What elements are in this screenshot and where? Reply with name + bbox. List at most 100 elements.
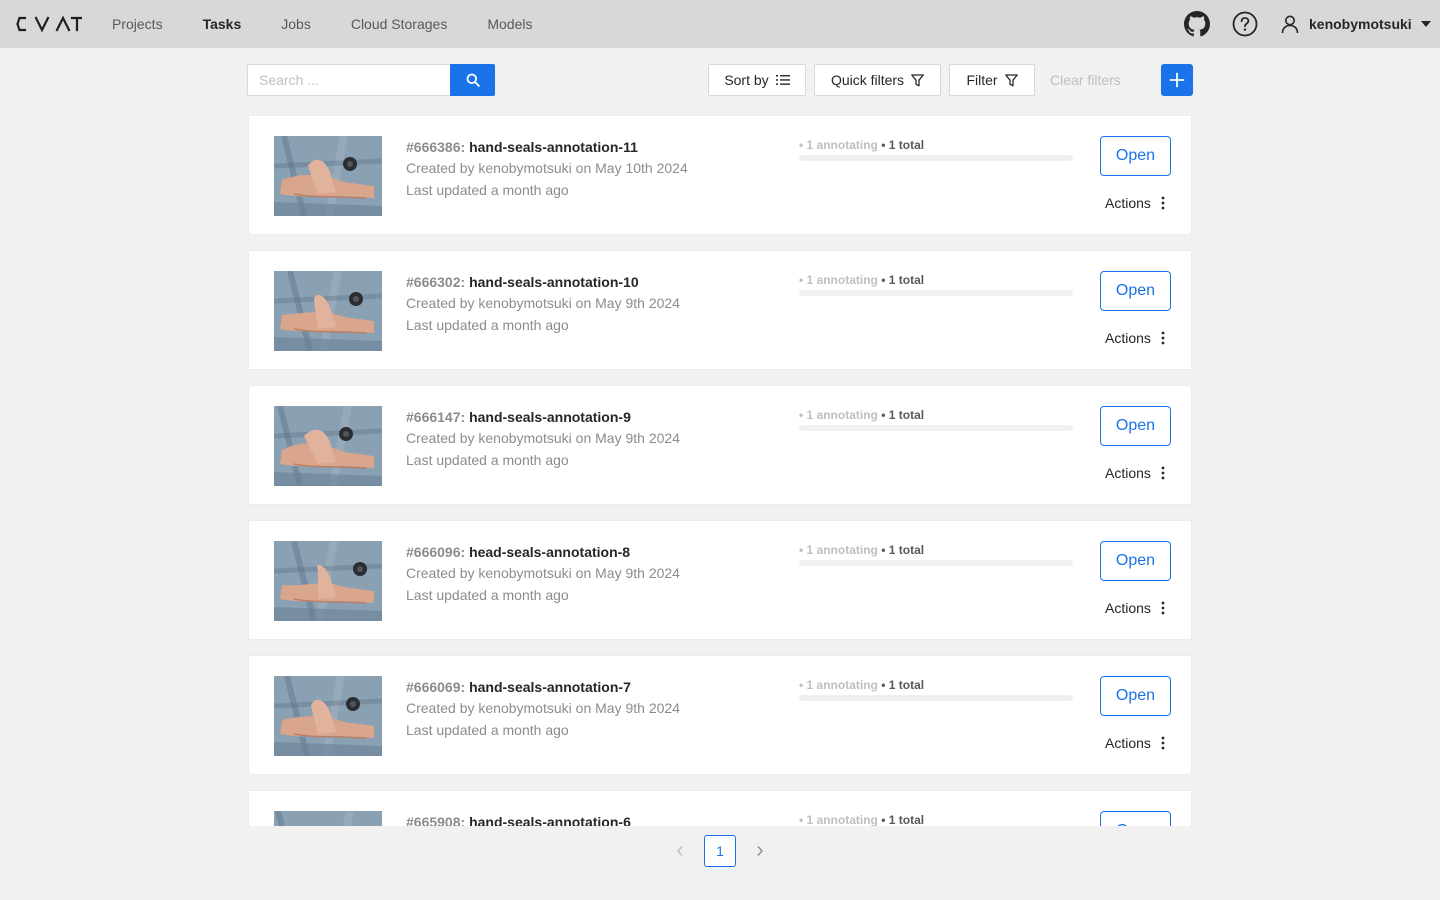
- open-task-button[interactable]: Open: [1100, 541, 1171, 581]
- task-name[interactable]: hand-seals-annotation-7: [469, 679, 631, 695]
- clear-filters-button[interactable]: Clear filters: [1040, 64, 1131, 96]
- task-created-date: May 9th 2024: [595, 565, 680, 581]
- task-name[interactable]: hand-seals-annotation-10: [469, 274, 639, 290]
- nav-models[interactable]: Models: [467, 0, 552, 48]
- task-actions-menu[interactable]: Actions: [1105, 597, 1165, 619]
- task-created-line: Created by kenobymotsuki on May 9th 2024: [406, 562, 680, 584]
- next-page-button[interactable]: [744, 835, 776, 867]
- task-created-line: Created by kenobymotsuki on May 10th 202…: [406, 157, 688, 179]
- annotating-count: • 1 annotating: [799, 813, 878, 826]
- open-task-button[interactable]: Open: [1100, 811, 1171, 826]
- filter-button[interactable]: Filter: [949, 64, 1035, 96]
- open-task-button[interactable]: Open: [1100, 136, 1171, 176]
- task-owner: kenobymotsuki: [478, 700, 572, 716]
- task-actions-menu[interactable]: Actions: [1105, 732, 1165, 754]
- username: kenobymotsuki: [1309, 16, 1412, 32]
- create-task-button[interactable]: [1161, 64, 1193, 96]
- task-actions-menu[interactable]: Actions: [1105, 327, 1165, 349]
- total-count: • 1 total: [881, 408, 925, 422]
- created-on-word: on: [575, 700, 592, 716]
- task-id: #666147:: [406, 409, 466, 425]
- task-title: #666147: hand-seals-annotation-9: [406, 407, 680, 427]
- actions-label: Actions: [1105, 735, 1151, 751]
- task-name[interactable]: hand-seals-annotation-9: [469, 409, 631, 425]
- user-menu[interactable]: kenobymotsuki: [1280, 0, 1431, 48]
- quick-filters-button[interactable]: Quick filters: [814, 64, 941, 96]
- main-nav: Projects Tasks Jobs Cloud Storages Model…: [92, 0, 552, 48]
- task-id: #666069:: [406, 679, 466, 695]
- task-updated-line: Last updated a month ago: [406, 722, 569, 738]
- total-count: • 1 total: [881, 273, 925, 287]
- filter-icon: [1004, 73, 1018, 86]
- task-card: #666069: hand-seals-annotation-7 Created…: [248, 655, 1192, 775]
- open-task-button[interactable]: Open: [1100, 271, 1171, 311]
- more-vertical-icon: [1161, 736, 1165, 750]
- nav-projects[interactable]: Projects: [92, 0, 183, 48]
- task-progress: • 1 annotating • 1 total: [799, 542, 1075, 566]
- task-name[interactable]: head-seals-annotation-8: [469, 544, 630, 560]
- task-thumbnail[interactable]: [274, 676, 382, 756]
- sort-list-icon: [775, 75, 790, 85]
- created-by-prefix: Created by: [406, 295, 475, 311]
- task-owner: kenobymotsuki: [478, 565, 572, 581]
- nav-jobs[interactable]: Jobs: [261, 0, 331, 48]
- pagination: 1: [664, 835, 776, 867]
- task-created-date: May 9th 2024: [595, 430, 680, 446]
- filter-icon: [911, 73, 924, 86]
- task-card: #666386: hand-seals-annotation-11 Create…: [248, 115, 1192, 235]
- nav-cloud-storages[interactable]: Cloud Storages: [331, 0, 468, 48]
- prev-page-button[interactable]: [664, 835, 696, 867]
- cvat-logo[interactable]: [16, 16, 82, 32]
- tasks-list: #666386: hand-seals-annotation-11 Create…: [0, 104, 1440, 826]
- task-title: #666096: head-seals-annotation-8: [406, 542, 680, 562]
- more-vertical-icon: [1161, 331, 1165, 345]
- task-progress: • 1 annotating • 1 total: [799, 677, 1075, 701]
- task-thumbnail[interactable]: [274, 271, 382, 351]
- task-card: #666302: hand-seals-annotation-10 Create…: [248, 250, 1192, 370]
- annotating-count: • 1 annotating: [799, 678, 878, 692]
- open-task-button[interactable]: Open: [1100, 676, 1171, 716]
- task-thumbnail[interactable]: [274, 811, 382, 826]
- task-actions-menu[interactable]: Actions: [1105, 192, 1165, 214]
- task-created-line: Created by kenobymotsuki on May 9th 2024: [406, 697, 680, 719]
- search-button[interactable]: [450, 64, 495, 96]
- task-thumbnail[interactable]: [274, 136, 382, 216]
- more-vertical-icon: [1161, 601, 1165, 615]
- job-status-summary: • 1 annotating • 1 total: [799, 677, 1075, 693]
- question-circle-icon[interactable]: [1231, 10, 1259, 38]
- total-count: • 1 total: [881, 813, 925, 826]
- sort-by-label: Sort by: [724, 72, 769, 88]
- caret-down-icon: [1420, 21, 1431, 27]
- created-by-prefix: Created by: [406, 430, 475, 446]
- task-id: #666096:: [406, 544, 466, 560]
- job-status-summary: • 1 annotating • 1 total: [799, 407, 1075, 423]
- sort-by-button[interactable]: Sort by: [708, 64, 806, 96]
- task-updated-line: Last updated a month ago: [406, 452, 569, 468]
- task-updated-line: Last updated a month ago: [406, 587, 569, 603]
- annotating-count: • 1 annotating: [799, 543, 878, 557]
- task-progress: • 1 annotating • 1 total: [799, 137, 1075, 161]
- task-name[interactable]: hand-seals-annotation-11: [469, 139, 638, 155]
- open-task-button[interactable]: Open: [1100, 406, 1171, 446]
- quick-filters-label: Quick filters: [830, 72, 905, 88]
- task-info: #666386: hand-seals-annotation-11 Create…: [406, 137, 688, 201]
- task-name[interactable]: hand-seals-annotation-6: [469, 814, 631, 826]
- created-by-prefix: Created by: [406, 160, 475, 176]
- page-number-current[interactable]: 1: [704, 835, 736, 867]
- nav-tasks[interactable]: Tasks: [183, 0, 262, 48]
- task-created-line: Created by kenobymotsuki on May 9th 2024: [406, 292, 680, 314]
- github-icon[interactable]: [1183, 10, 1211, 38]
- progress-bar: [799, 560, 1073, 566]
- chevron-left-icon: [677, 846, 683, 856]
- total-count: • 1 total: [881, 138, 925, 152]
- search-input[interactable]: [247, 64, 450, 96]
- total-count: • 1 total: [881, 678, 925, 692]
- created-on-word: on: [575, 430, 592, 446]
- task-thumbnail[interactable]: [274, 541, 382, 621]
- actions-label: Actions: [1105, 465, 1151, 481]
- task-actions-menu[interactable]: Actions: [1105, 462, 1165, 484]
- task-thumbnail[interactable]: [274, 406, 382, 486]
- task-title: #666069: hand-seals-annotation-7: [406, 677, 680, 697]
- task-owner: kenobymotsuki: [478, 430, 572, 446]
- hand-photo-thumbnail: [274, 541, 382, 621]
